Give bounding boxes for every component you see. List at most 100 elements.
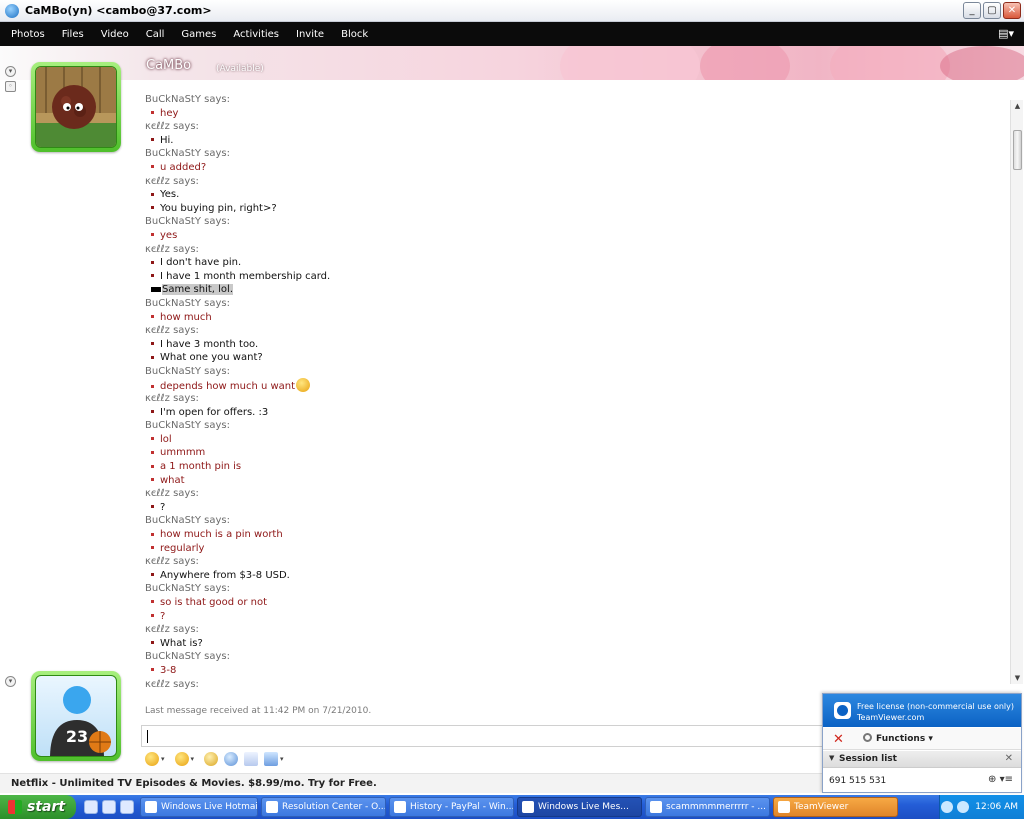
title-bar[interactable]: CaMBo(yn) <cambo@37.com> _ ▢ ✕	[0, 0, 1024, 22]
ad-banner[interactable]: Netflix - Unlimited TV Episodes & Movies…	[0, 773, 822, 793]
message-text: I don't have pin.	[160, 257, 242, 269]
chevron-down-icon: ▼	[829, 754, 835, 762]
quick-launch-icon[interactable]	[102, 800, 116, 814]
internet-explorer-icon[interactable]	[120, 800, 134, 814]
session-list-header[interactable]: ▼ Session list ✕	[823, 751, 1021, 768]
menu-files[interactable]: Files	[62, 29, 84, 40]
task-paypal-history[interactable]: History - PayPal - Win...	[389, 797, 514, 817]
close-icon[interactable]: ✕	[1005, 753, 1013, 764]
bullet-icon	[151, 192, 154, 196]
svg-text:23: 23	[66, 727, 88, 746]
message-text: a 1 month pin is	[160, 461, 242, 473]
background-icon[interactable]	[264, 752, 279, 766]
bullet-icon	[151, 641, 154, 645]
task-label: Windows Live Mes...	[538, 802, 629, 812]
close-session-icon[interactable]: ✕	[833, 732, 844, 747]
menu-video[interactable]: Video	[101, 29, 129, 40]
scroll-up-arrow[interactable]: ▲	[1011, 100, 1024, 112]
chevron-down-icon[interactable]: ▾	[280, 755, 284, 763]
contact-name: CaMBo	[146, 58, 192, 73]
options-menu-icon[interactable]: ▤▾	[998, 27, 1014, 40]
sender-line: BuCkNaStY says:	[145, 148, 230, 160]
functions-menu[interactable]: Functions ▾	[863, 733, 933, 744]
message-line: I'm open for offers. :3	[145, 406, 825, 420]
menu-activities[interactable]: Activities	[233, 29, 279, 40]
voice-clip-icon[interactable]	[224, 752, 239, 766]
contact-status: (Available)	[216, 64, 264, 74]
sender-line: BuCkNaStY says:	[145, 420, 230, 432]
license-line-2: TeamViewer.com	[857, 713, 925, 722]
menu-invite[interactable]: Invite	[296, 29, 324, 40]
task-scammer[interactable]: scammmmmerrrrr - ...	[645, 797, 770, 817]
quick-launch	[84, 800, 134, 814]
message-text: hey	[160, 107, 179, 119]
chevron-down-icon[interactable]: ▾	[191, 755, 195, 763]
scroll-down-arrow[interactable]: ▼	[1011, 672, 1024, 684]
menu-block[interactable]: Block	[341, 29, 368, 40]
network-icon[interactable]	[941, 801, 954, 813]
teamviewer-license[interactable]: Free license (non-commercial use only) T…	[857, 701, 1014, 723]
task-hotmail[interactable]: Windows Live Hotmail...	[140, 797, 258, 817]
message-line: what	[145, 474, 825, 488]
session-id[interactable]: 691 515 531	[829, 776, 886, 786]
font-icon[interactable]	[244, 752, 259, 766]
task-windows-live-messenger[interactable]: Windows Live Mes...	[517, 797, 642, 817]
scroll-thumb[interactable]	[1013, 130, 1022, 170]
bullet-icon	[151, 668, 154, 672]
emoticon-icon[interactable]	[145, 752, 159, 766]
task-resolution-center[interactable]: Resolution Center - O...	[261, 797, 386, 817]
minimize-button[interactable]: _	[963, 2, 981, 19]
session-list-label: Session list	[839, 754, 897, 764]
chevron-down-icon[interactable]: ▾	[161, 755, 165, 763]
bullet-icon	[151, 478, 154, 482]
nudge-icon[interactable]	[204, 752, 219, 766]
message-text: ?	[160, 501, 166, 513]
message-text: ?	[160, 610, 166, 622]
messenger-tray-icon[interactable]	[957, 801, 970, 813]
message-input[interactable]	[141, 725, 823, 747]
bullet-icon	[151, 505, 154, 509]
license-line-1: Free license (non-commercial use only)	[857, 702, 1014, 711]
message-line: I have 1 month membership card.	[145, 270, 825, 284]
menu-call[interactable]: Call	[146, 29, 165, 40]
message-text: Yes.	[160, 189, 180, 201]
banner-decoration	[830, 46, 950, 80]
session-tools-icon[interactable]: ⊕ ▾≡	[988, 774, 1013, 785]
start-button[interactable]: start	[0, 795, 76, 819]
contact-card-icon[interactable]: ◦	[5, 81, 16, 92]
meatwad-avatar-image	[35, 66, 117, 148]
collapse-contact-button[interactable]: ▾	[5, 66, 16, 77]
window-title: CaMBo(yn) <cambo@37.com>	[25, 4, 212, 17]
menu-games[interactable]: Games	[181, 29, 216, 40]
collapse-my-avatar-button[interactable]: ▾	[5, 676, 16, 687]
message-line: how much is a pin worth	[145, 528, 825, 542]
system-tray: 12:06 AM	[939, 795, 1024, 819]
message-line: so is that good or not	[145, 596, 825, 610]
message-line: I don't have pin.	[145, 256, 825, 270]
task-teamviewer[interactable]: TeamViewer	[773, 797, 898, 817]
message-text: What is?	[160, 637, 203, 649]
last-message-info: Last message received at 11:42 PM on 7/2…	[145, 706, 372, 716]
clock[interactable]: 12:06 AM	[975, 802, 1018, 812]
message-line: ?	[145, 501, 825, 515]
bullet-icon	[151, 614, 154, 618]
contact-avatar[interactable]	[31, 62, 121, 152]
conversation-scrollbar[interactable]: ▲ ▼	[1010, 100, 1023, 684]
bullet-icon	[151, 233, 154, 237]
message-line: depends how much u want	[145, 378, 825, 393]
ad-text[interactable]: Netflix - Unlimited TV Episodes & Movies…	[11, 778, 377, 789]
wink-icon[interactable]	[174, 752, 189, 766]
conversation-history[interactable]: BuCkNaStY says: hey κєℓℓz says: Hi. BuCkNaSt…	[145, 93, 825, 697]
message-line: Hi.	[145, 134, 825, 148]
my-avatar[interactable]: 23	[31, 671, 121, 761]
close-button[interactable]: ✕	[1003, 2, 1021, 19]
bullet-icon	[151, 384, 154, 388]
sender-line: κєℓℓz says:	[145, 175, 199, 187]
sender-line: κєℓℓz says:	[145, 624, 199, 636]
restore-button[interactable]: ▢	[983, 2, 1001, 19]
bullet-icon	[151, 138, 154, 142]
menu-photos[interactable]: Photos	[11, 29, 45, 40]
message-line: ?	[145, 610, 825, 624]
quick-launch-icon[interactable]	[84, 800, 98, 814]
banner-decoration	[700, 46, 790, 80]
